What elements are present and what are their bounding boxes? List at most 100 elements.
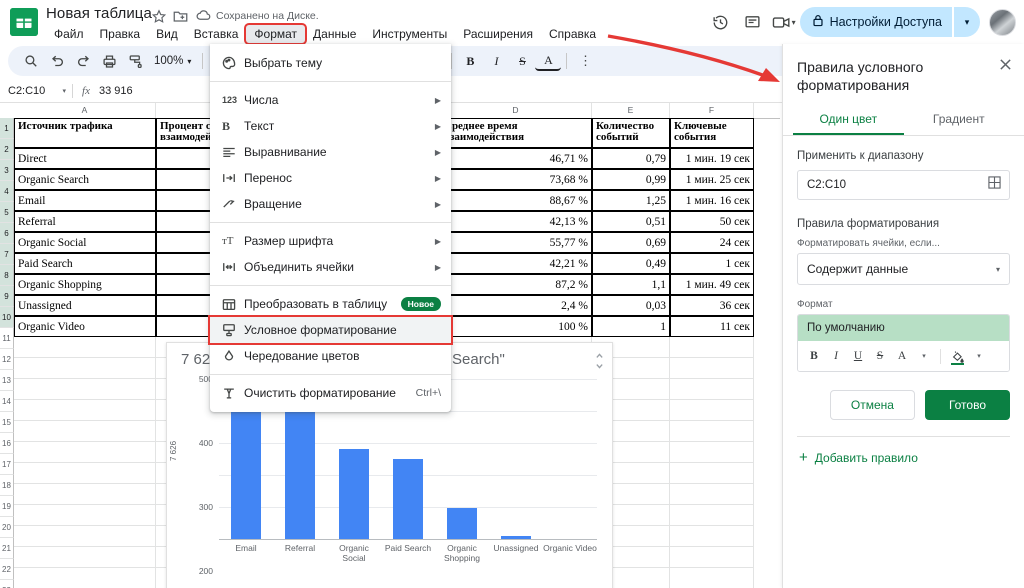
- cell-F19[interactable]: [670, 505, 754, 526]
- cell-E5[interactable]: 0,51: [592, 211, 670, 232]
- search-icon[interactable]: [18, 49, 44, 73]
- chart-options-handle-icon[interactable]: [595, 353, 604, 372]
- cell-A12[interactable]: [14, 358, 156, 379]
- menu-data[interactable]: Данные: [305, 25, 364, 43]
- row-header-15[interactable]: 15: [0, 412, 14, 433]
- header-cell-F[interactable]: Ключевые события: [670, 118, 754, 148]
- cell-A3[interactable]: Organic Search: [14, 169, 156, 190]
- text-color-button[interactable]: A: [535, 52, 562, 71]
- bar-2[interactable]: [339, 449, 369, 539]
- format-text-color-button[interactable]: A: [892, 345, 912, 367]
- cell-A4[interactable]: Email: [14, 190, 156, 211]
- cell-A11[interactable]: [14, 337, 156, 358]
- format-menu-item-объединить-ячейки[interactable]: Объединить ячейки ▶: [210, 254, 451, 280]
- row-header-13[interactable]: 13: [0, 370, 14, 391]
- cell-A14[interactable]: [14, 400, 156, 421]
- cell-D9[interactable]: 2,4 %: [440, 295, 592, 316]
- row-header-14[interactable]: 14: [0, 391, 14, 412]
- cell-D8[interactable]: 87,2 %: [440, 274, 592, 295]
- done-button[interactable]: Готово: [924, 390, 1010, 420]
- row-header-21[interactable]: 21: [0, 538, 14, 559]
- format-menu-item-числа[interactable]: 123 Числа ▶: [210, 87, 451, 113]
- menu-help[interactable]: Справка: [541, 25, 604, 43]
- row-header-18[interactable]: 18: [0, 475, 14, 496]
- cell-F14[interactable]: [670, 400, 754, 421]
- cell-F3[interactable]: 1 мин. 25 сек: [670, 169, 754, 190]
- format-italic-button[interactable]: I: [826, 345, 846, 367]
- column-header-A[interactable]: A: [14, 103, 156, 118]
- format-menu-item-очистить-форматирование[interactable]: Очистить форматирование Ctrl+\: [210, 380, 451, 406]
- row-header-12[interactable]: 12: [0, 349, 14, 370]
- format-underline-button[interactable]: U: [848, 345, 868, 367]
- cell-F12[interactable]: [670, 358, 754, 379]
- share-button[interactable]: Настройки Доступа: [799, 7, 952, 37]
- more-options-icon[interactable]: ⋮: [572, 49, 598, 73]
- cell-A7[interactable]: Paid Search: [14, 253, 156, 274]
- format-menu-item-выравнивание[interactable]: Выравнивание ▶: [210, 139, 451, 165]
- cell-E4[interactable]: 1,25: [592, 190, 670, 211]
- cloud-saved-icon[interactable]: [196, 9, 211, 25]
- cell-A8[interactable]: Organic Shopping: [14, 274, 156, 295]
- menu-file[interactable]: Файл: [46, 25, 92, 43]
- bar-1[interactable]: [285, 407, 315, 539]
- format-bold-button[interactable]: B: [804, 345, 824, 367]
- menu-insert[interactable]: Вставка: [186, 25, 247, 43]
- cell-F13[interactable]: [670, 379, 754, 400]
- row-header-17[interactable]: 17: [0, 454, 14, 475]
- bar-3[interactable]: [393, 459, 423, 539]
- cell-E6[interactable]: 0,69: [592, 232, 670, 253]
- format-menu-item-перенос[interactable]: Перенос ▶: [210, 165, 451, 191]
- cell-F21[interactable]: [670, 547, 754, 568]
- row-header-11[interactable]: 11: [0, 328, 14, 349]
- row-header-3[interactable]: 3: [0, 160, 14, 181]
- strikethrough-button[interactable]: S: [509, 49, 535, 73]
- cell-F18[interactable]: [670, 484, 754, 505]
- cell-E8[interactable]: 1,1: [592, 274, 670, 295]
- bold-button[interactable]: B: [457, 49, 483, 73]
- move-to-folder-icon[interactable]: [173, 9, 188, 26]
- menu-edit[interactable]: Правка: [92, 25, 149, 43]
- cell-D7[interactable]: 42,21 %: [440, 253, 592, 274]
- cell-F5[interactable]: 50 сек: [670, 211, 754, 232]
- cell-A2[interactable]: Direct: [14, 148, 156, 169]
- cell-F20[interactable]: [670, 526, 754, 547]
- format-menu-dropdown[interactable]: Выбрать тему 123 Числа ▶ B Текст ▶ Выравнивание…: [208, 44, 453, 412]
- header-cell-D[interactable]: Среднее время взаимодействия: [440, 118, 592, 148]
- row-header-10[interactable]: 10: [0, 307, 14, 328]
- cell-F2[interactable]: 1 мин. 19 сек: [670, 148, 754, 169]
- cell-A10[interactable]: Organic Video: [14, 316, 156, 337]
- comment-icon[interactable]: [738, 7, 768, 37]
- cell-E2[interactable]: 0,79: [592, 148, 670, 169]
- cell-F15[interactable]: [670, 421, 754, 442]
- document-title[interactable]: Новая таблица: [46, 5, 152, 22]
- format-menu-item-вращение[interactable]: Вращение ▶: [210, 191, 451, 217]
- text-color-caret-icon[interactable]: ▾: [914, 345, 934, 367]
- row-header-19[interactable]: 19: [0, 496, 14, 517]
- redo-icon[interactable]: [70, 49, 96, 73]
- undo-icon[interactable]: [44, 49, 70, 73]
- cell-E3[interactable]: 0,99: [592, 169, 670, 190]
- bar-0[interactable]: [231, 395, 261, 539]
- cell-F22[interactable]: [670, 568, 754, 588]
- row-header-8[interactable]: 8: [0, 265, 14, 286]
- menu-view[interactable]: Вид: [148, 25, 186, 43]
- menu-tools[interactable]: Инструменты: [364, 25, 455, 43]
- format-menu-item-условное-форматирование[interactable]: Условное форматирование: [208, 315, 453, 345]
- bar-5[interactable]: [501, 536, 531, 539]
- range-input[interactable]: C2:C10: [797, 170, 1010, 200]
- format-menu-item-текст[interactable]: B Текст ▶: [210, 113, 451, 139]
- cell-A18[interactable]: [14, 484, 156, 505]
- cell-A17[interactable]: [14, 463, 156, 484]
- cell-F6[interactable]: 24 сек: [670, 232, 754, 253]
- row-header-9[interactable]: 9: [0, 286, 14, 307]
- row-header-5[interactable]: 5: [0, 202, 14, 223]
- formula-input[interactable]: 33 916: [99, 85, 133, 97]
- fill-color-caret-icon[interactable]: ▾: [969, 345, 989, 367]
- cell-D6[interactable]: 55,77 %: [440, 232, 592, 253]
- cell-A22[interactable]: [14, 568, 156, 588]
- row-header-1[interactable]: 1: [0, 118, 14, 139]
- cell-A6[interactable]: Organic Social: [14, 232, 156, 253]
- cell-A15[interactable]: [14, 421, 156, 442]
- cell-A16[interactable]: [14, 442, 156, 463]
- row-header-22[interactable]: 22: [0, 559, 14, 580]
